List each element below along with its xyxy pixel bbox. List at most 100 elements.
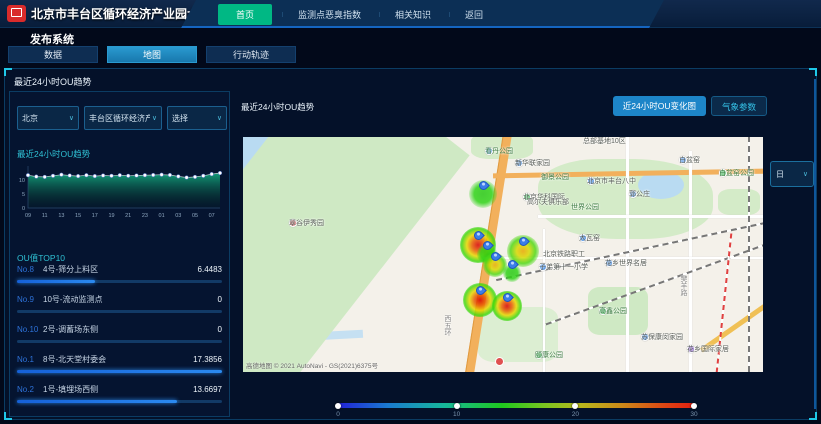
map-label-text: 御景公园 [541,172,569,182]
map-label-text: 世界公园 [571,202,599,212]
map-label: 北京市丰台八中 [587,177,595,185]
filter-selects: 北京∨丰台区循环经济产∨ 选择 ∨ [17,106,227,130]
map-label-text: 颐康公园 [535,350,563,360]
map-label-text: 新华联家园 [515,158,550,168]
map-label: 颐康公园 [535,351,543,359]
site-label: 10号-流动监测点 [43,294,218,305]
rank-label: No.1 [17,355,43,364]
top-row-line: No.21号-填埋场西侧13.6697 [17,384,222,395]
map-label-text: 看丹公园 [485,146,513,156]
nav-item-knowledge[interactable]: 相关知识 [379,4,447,25]
map-label-text: 大瓦窑 [579,233,600,243]
progress-track [17,400,222,403]
progress-track [17,310,222,313]
site-label: 8号-北天堂村委会 [43,354,193,365]
top-row: No.84号-筛分上料区6.4483 [17,264,222,283]
legend-tick-label: 10 [453,411,460,418]
site-label: 2号-调蓄场东侧 [43,324,218,335]
map-label: 苏保康闵家园 [641,333,649,341]
nav-item-back[interactable]: 返回 [449,4,499,25]
map-canvas[interactable]: 总部基地10区看丹公园新华联家园白盆窑白盆窑公园御景公园北京市丰台八中郭公庄世界… [243,137,763,372]
progress-track [17,280,222,283]
panel-title: 最近24小时OU趋势 [14,75,92,88]
svg-text:13: 13 [58,213,64,219]
map-label-text: 北京铁路职工 [543,249,585,259]
map-label-text: 苏保康闵家园 [641,332,683,342]
corner-accent [4,68,12,76]
value-label: 0 [218,325,222,334]
svg-text:15: 15 [75,213,81,219]
site-label: 1号-填埋场西侧 [43,384,193,395]
svg-text:05: 05 [192,213,198,219]
map-label-text: 樊羊路 [678,275,688,296]
time-select[interactable]: 日 ∨ [770,161,814,187]
top-row-line: No.102号-调蓄场东侧0 [17,324,222,335]
chevron-down-icon: ∨ [803,170,808,178]
top-row: No.102号-调蓄场东侧0 [17,324,222,343]
map-label-text: 郭公庄 [629,189,650,199]
progress-track [17,370,222,373]
map-label-text: 花乡世界名居 [605,258,647,268]
map-label-text: 高尔夫俱乐部 [527,197,569,207]
tab-map[interactable]: 地图 [107,46,197,63]
map-label: 新华联家园 [515,159,523,167]
app-logo-icon [7,5,26,22]
select-city[interactable]: 北京∨ [17,106,79,130]
map-label: 看丹公园 [485,147,493,155]
ou-top10-title: OU值TOP10 [17,252,65,264]
legend-tick-label: 0 [336,411,340,418]
top-row-line: No.910号-流动监测点0 [17,294,222,305]
svg-text:23: 23 [142,213,148,219]
weather-button[interactable]: 气象参数 [711,96,767,116]
select-point[interactable]: 选择 ∨ [167,106,227,130]
ou-change-button[interactable]: 近24小时OU变化图 [613,96,706,116]
map-label-text: 白盆窑 [679,155,700,165]
chevron-down-icon: ∨ [217,114,222,122]
select-park[interactable]: 丰台区循环经济产∨ [84,106,162,130]
top-nav: 首页监测点恶臭指数相关知识返回 [196,0,664,28]
progress-fill [17,280,95,283]
publish-system-label: 发布系统 [30,31,74,47]
svg-text:19: 19 [108,213,114,219]
map-label: 白盆窑 [679,156,687,164]
map-attribution: 高德地图 © 2021 AutoNavi - GS(2021)6375号 [246,360,378,370]
svg-text:07: 07 [209,213,215,219]
map-label: 白盆窑公园 [719,169,727,177]
svg-text:11: 11 [42,213,48,219]
map-label: 花乡世界名居 [605,259,613,267]
tab-data[interactable]: 数据 [8,46,98,63]
svg-text:09: 09 [25,213,31,219]
nav-item-odor-index[interactable]: 监测点恶臭指数 [282,4,377,25]
progress-fill [17,400,177,403]
chevron-down-icon: ∨ [152,114,157,122]
rank-label: No.10 [17,325,43,334]
map-label: 大瓦窑 [579,234,587,242]
value-label: 13.6697 [193,385,222,394]
map-label: 子弟第十一小学 [539,263,547,271]
progress-track [17,340,222,343]
nav-item-home[interactable]: 首页 [218,4,272,25]
main-panel: 最近24小时OU趋势 北京∨丰台区循环经济产∨选择∨ 最近24小时OU趋势 05… [4,68,817,420]
top-row-line: No.18号-北天堂村委会17.3856 [17,354,222,365]
value-label: 17.3856 [193,355,222,364]
progress-fill [17,370,222,373]
ou-trend-chart: 0510091113151719212301030507 [12,162,226,222]
time-select-value: 日 [776,169,784,180]
tab-track[interactable]: 行动轨迹 [206,46,296,63]
select-point-value: 选择 [172,113,188,124]
legend-marker [454,403,460,409]
svg-text:01: 01 [159,213,165,219]
top-row-line: No.84号-筛分上料区6.4483 [17,264,222,275]
map-section: 最近24小时OU趋势 近24小时OU变化图气象参数 [233,91,817,417]
ou-color-legend: 0102030 [338,401,694,417]
rank-label: No.2 [17,385,43,394]
svg-text:21: 21 [125,213,131,219]
map-label: 郭公庄 [629,190,637,198]
ou-top10-list: No.84号-筛分上料区6.4483No.910号-流动监测点0No.102号-… [17,264,222,414]
top-row: No.21号-填埋场西侧13.6697 [17,384,222,403]
map-label: 翠谷伊秀园 [289,219,297,227]
chevron-down-icon: ∨ [69,114,74,122]
svg-text:03: 03 [175,213,181,219]
corner-accent [809,68,817,76]
map-label-text: 高鑫公园 [599,306,627,316]
